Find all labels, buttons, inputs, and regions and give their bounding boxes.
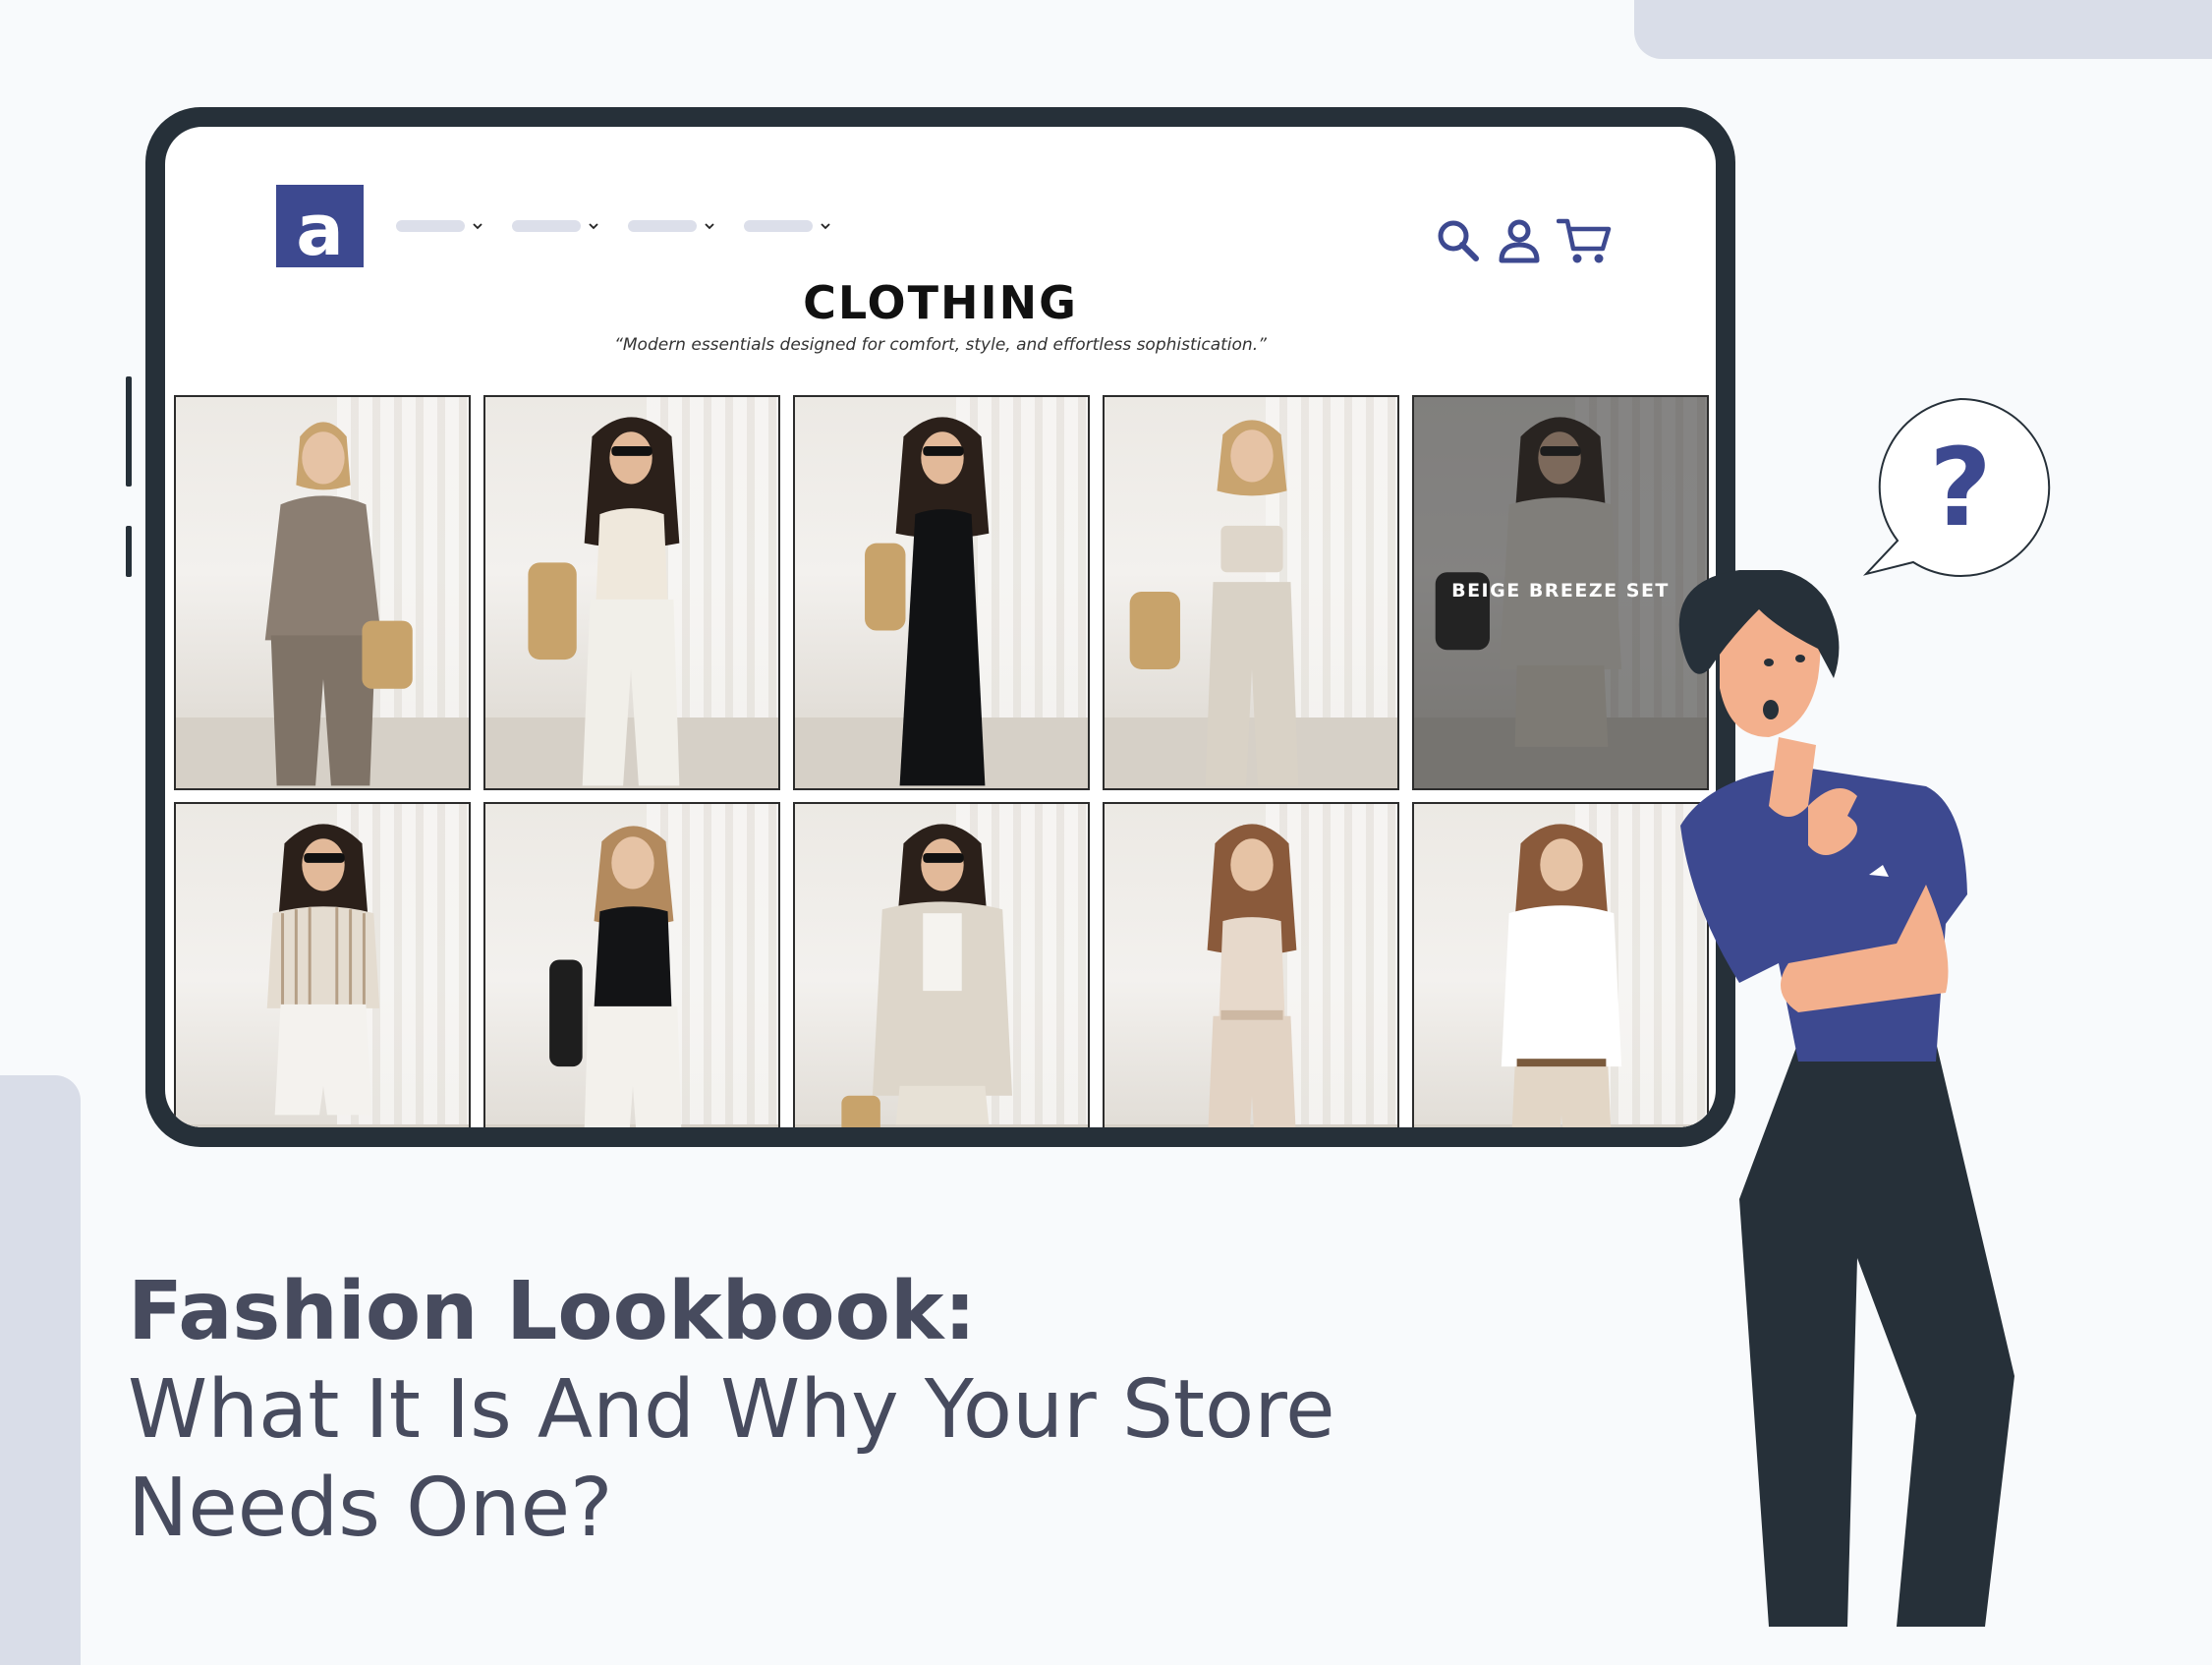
chevron-down-icon	[589, 223, 598, 230]
headline-bold: Fashion Lookbook:	[128, 1265, 977, 1358]
logo-letter: a	[296, 189, 344, 271]
product-tile[interactable]	[483, 802, 780, 1127]
model-photo	[264, 422, 413, 786]
model-photo	[549, 826, 682, 1127]
product-tile[interactable]	[793, 395, 1090, 790]
header-icons	[1435, 215, 1612, 266]
model-photo	[266, 824, 380, 1116]
chevron-down-icon	[705, 223, 714, 230]
model-photo	[1129, 420, 1299, 786]
speech-bubble: ?	[1862, 397, 2051, 577]
decorative-shape-top-right	[1634, 0, 2212, 59]
page-title: CLOTHING	[803, 276, 1078, 329]
model-photo	[865, 417, 990, 786]
product-tile[interactable]	[483, 395, 780, 790]
headline-line-3: Needs One?	[128, 1462, 613, 1555]
headline-line-2: What It Is And Why Your Store	[128, 1363, 1335, 1457]
product-tile[interactable]	[1103, 395, 1399, 790]
nav-placeholder	[628, 220, 697, 232]
nav-item-2[interactable]	[512, 219, 600, 233]
main-nav	[396, 219, 832, 233]
product-tile[interactable]	[1103, 802, 1399, 1127]
tablet-device: a CLOTHING “Modern essentials designed f…	[145, 107, 1735, 1147]
nav-item-4[interactable]	[744, 219, 832, 233]
product-grid: BEIGE BREEZE SET	[174, 395, 1709, 1127]
nav-item-3[interactable]	[628, 219, 716, 233]
decorative-shape-bottom-left	[0, 1075, 81, 1665]
model-photo	[841, 824, 1013, 1127]
nav-placeholder	[396, 220, 465, 232]
nav-item-1[interactable]	[396, 219, 484, 233]
tablet-side-button	[126, 526, 132, 577]
article-headline: Fashion Lookbook: What It Is And Why You…	[128, 1263, 1435, 1558]
nav-placeholder	[512, 220, 581, 232]
tablet-side-button	[126, 376, 132, 487]
page-subtitle: “Modern essentials designed for comfort,…	[614, 335, 1267, 355]
product-tile[interactable]	[174, 395, 471, 790]
cart-icon[interactable]	[1557, 215, 1612, 266]
product-tile[interactable]	[174, 802, 471, 1127]
user-icon[interactable]	[1496, 217, 1543, 264]
question-mark: ?	[1929, 425, 1992, 550]
model-photo	[1207, 824, 1297, 1127]
chevron-down-icon	[821, 223, 830, 230]
chevron-down-icon	[473, 223, 482, 230]
nav-placeholder	[744, 220, 813, 232]
model-photo	[528, 417, 680, 786]
thinking-person-illustration	[1678, 570, 2014, 1627]
store-screen: a CLOTHING “Modern essentials designed f…	[165, 127, 1716, 1127]
search-icon[interactable]	[1435, 217, 1482, 264]
product-tile[interactable]	[793, 802, 1090, 1127]
store-logo[interactable]: a	[276, 185, 364, 267]
